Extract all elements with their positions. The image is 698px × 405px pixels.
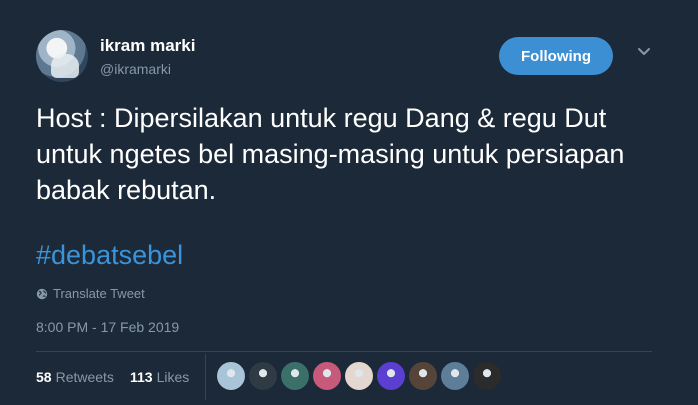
liker-avatar[interactable] <box>216 361 246 391</box>
liker-avatar[interactable] <box>472 361 502 391</box>
liker-avatar[interactable] <box>248 361 278 391</box>
retweets-label: Retweets <box>55 369 114 385</box>
liker-avatar[interactable] <box>408 361 438 391</box>
avatar[interactable] <box>36 30 88 82</box>
hashtag-link[interactable]: #debatsebel <box>36 240 183 271</box>
tweet-stats: 58 Retweets 113 Likes <box>36 352 656 402</box>
tweet-text: Host : Dipersilakan untuk regu Dang & re… <box>36 103 625 205</box>
likes-label: Likes <box>156 369 190 385</box>
retweets-stat[interactable]: 58 Retweets <box>36 369 114 385</box>
globe-icon <box>36 288 48 300</box>
retweets-count: 58 <box>36 369 52 385</box>
display-name[interactable]: ikram marki <box>100 36 195 56</box>
liker-avatar[interactable] <box>376 361 406 391</box>
liker-avatar[interactable] <box>440 361 470 391</box>
tweet-header: ikram marki @ikramarki Following <box>36 28 698 86</box>
liker-avatar[interactable] <box>312 361 342 391</box>
chevron-down-icon[interactable] <box>636 44 652 60</box>
translate-tweet-link[interactable]: Translate Tweet <box>36 286 145 301</box>
avatar-figure <box>51 54 79 78</box>
tweet-timestamp[interactable]: 8:00 PM - 17 Feb 2019 <box>36 319 179 335</box>
likes-stat[interactable]: 113 Likes <box>130 369 189 385</box>
liker-avatar[interactable] <box>280 361 310 391</box>
user-handle[interactable]: @ikramarki <box>100 61 171 77</box>
liker-avatar[interactable] <box>344 361 374 391</box>
translate-label: Translate Tweet <box>53 286 145 301</box>
stats-divider <box>205 354 206 400</box>
likes-count: 113 <box>130 369 153 385</box>
following-button[interactable]: Following <box>499 37 613 75</box>
